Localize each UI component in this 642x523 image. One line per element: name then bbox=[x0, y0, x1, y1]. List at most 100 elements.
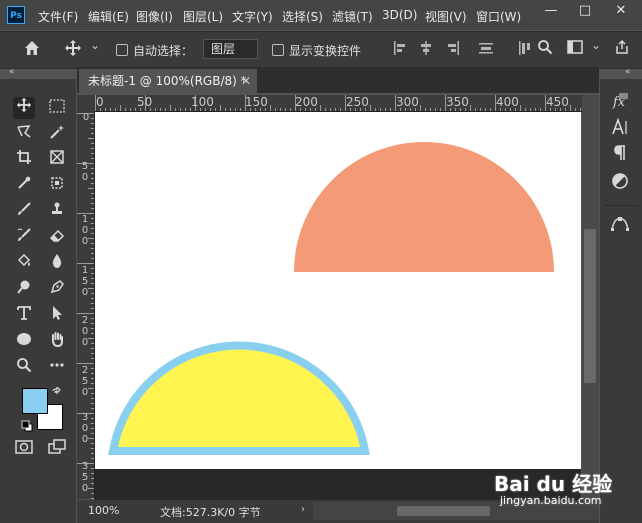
vertical-scroll-thumb[interactable] bbox=[584, 229, 596, 383]
auto-select-target-select[interactable]: 图层 bbox=[203, 39, 258, 59]
ellipse-tool-icon[interactable] bbox=[13, 331, 35, 353]
styles-fx-icon[interactable]: fx bbox=[608, 92, 632, 114]
menu-file[interactable]: 文件(F) bbox=[38, 8, 78, 25]
eyedropper-icon[interactable] bbox=[13, 175, 35, 197]
ruler-top-label: 300 bbox=[396, 95, 419, 109]
ruler-top-label: 0 bbox=[96, 95, 104, 109]
close-button[interactable]: ✕ bbox=[604, 0, 638, 22]
photoshop-logo[interactable]: Ps bbox=[7, 6, 25, 24]
document-canvas[interactable] bbox=[95, 112, 581, 469]
ruler-left-label: 1 5 0 bbox=[81, 265, 89, 298]
crop-tool-icon[interactable] bbox=[13, 149, 35, 171]
workspace-icon[interactable] bbox=[567, 40, 583, 58]
ruler-top-label: 350 bbox=[446, 95, 469, 109]
auto-select-checkbox[interactable] bbox=[116, 44, 128, 56]
share-icon[interactable] bbox=[614, 39, 630, 59]
menu-edit[interactable]: 编辑(E) bbox=[88, 8, 129, 25]
ruler-left-label: 1 0 0 bbox=[81, 214, 89, 247]
brush-tool-icon[interactable] bbox=[13, 201, 35, 223]
close-tab-icon[interactable]: ✕ bbox=[241, 69, 251, 93]
screen-mode-icon[interactable] bbox=[46, 439, 68, 461]
options-bar: ⌄ 自动选择： 图层 显示变换控件 ⌄ bbox=[0, 31, 642, 69]
watermark-url: jingyan.baidu.com bbox=[500, 494, 602, 507]
default-colors-icon[interactable] bbox=[21, 420, 33, 435]
clone-stamp-icon[interactable] bbox=[46, 201, 68, 223]
marquee-tool-icon[interactable] bbox=[46, 97, 68, 119]
right-panel-dock: fx bbox=[600, 79, 642, 523]
eraser-icon[interactable] bbox=[46, 227, 68, 249]
horizontal-scroll-thumb[interactable] bbox=[397, 506, 490, 516]
show-transform-label: 显示变换控件 bbox=[289, 44, 362, 58]
home-icon[interactable] bbox=[23, 39, 41, 61]
type-tool-icon[interactable] bbox=[13, 305, 35, 327]
adjustments-icon[interactable] bbox=[608, 172, 632, 194]
chevron-down-icon[interactable]: ⌄ bbox=[591, 38, 601, 52]
ruler-top-label: 50 bbox=[137, 95, 153, 109]
more-tools-icon[interactable] bbox=[46, 357, 68, 379]
zoom-tool-icon[interactable] bbox=[13, 357, 35, 379]
pen-tool-icon[interactable] bbox=[46, 279, 68, 301]
align-top-icon[interactable] bbox=[518, 40, 532, 60]
blur-tool-icon[interactable] bbox=[46, 253, 68, 275]
move-tool-icon[interactable] bbox=[64, 39, 82, 61]
maximize-button[interactable]: □ bbox=[568, 0, 602, 22]
menu-layer[interactable]: 图层(L) bbox=[183, 8, 223, 25]
right-panel-collapse[interactable]: « bbox=[625, 67, 631, 79]
menu-type[interactable]: 文字(Y) bbox=[232, 8, 273, 25]
left-panel-collapse[interactable]: « bbox=[9, 67, 15, 79]
document-tab-title: 未标题-1 @ 100%(RGB/8) * bbox=[88, 74, 247, 88]
paint-bucket-icon[interactable] bbox=[13, 253, 35, 275]
paths-panel-icon[interactable] bbox=[608, 215, 632, 237]
align-center-icon[interactable] bbox=[419, 40, 433, 60]
path-selection-icon[interactable] bbox=[46, 305, 68, 327]
show-transform-checkbox[interactable] bbox=[272, 44, 284, 56]
orange-half-circle[interactable] bbox=[294, 142, 554, 272]
canvas-artwork bbox=[108, 142, 554, 455]
menu-filter[interactable]: 滤镜(T) bbox=[332, 8, 373, 25]
ruler-left-label: 2 0 0 bbox=[81, 315, 89, 348]
foreground-color-fill bbox=[23, 389, 47, 413]
ruler-vertical[interactable]: 0 5 0 1 0 0 1 5 0 2 0 0 2 5 0 3 0 0 3 5 … bbox=[77, 111, 95, 499]
ruler-horizontal[interactable]: 0 50 100 150 200 250 300 350 400 450 bbox=[77, 95, 582, 112]
panel-divider bbox=[604, 205, 638, 206]
minimize-button[interactable]: — bbox=[534, 0, 568, 22]
menu-3d[interactable]: 3D(D) bbox=[382, 8, 417, 22]
ruler-top-label: 250 bbox=[346, 95, 369, 109]
ruler-top-label: 450 bbox=[546, 95, 569, 109]
swap-colors-icon[interactable] bbox=[51, 385, 63, 402]
align-right-icon[interactable] bbox=[446, 40, 460, 60]
dodge-tool-icon[interactable] bbox=[13, 279, 35, 301]
magic-wand-icon[interactable] bbox=[46, 124, 68, 146]
menu-image[interactable]: 图像(I) bbox=[136, 8, 173, 25]
ruler-left-label: 0 bbox=[82, 112, 90, 123]
zoom-level[interactable]: 100% bbox=[88, 504, 119, 517]
yellow-half-circle[interactable] bbox=[108, 341, 370, 455]
frame-tool-icon[interactable] bbox=[46, 149, 68, 171]
spot-healing-icon[interactable] bbox=[46, 175, 68, 197]
auto-select-label: 自动选择： bbox=[133, 44, 194, 58]
paragraph-panel-icon[interactable] bbox=[608, 144, 632, 166]
ruler-top-label: 400 bbox=[496, 95, 519, 109]
search-icon[interactable] bbox=[537, 39, 553, 59]
quick-mask-icon[interactable] bbox=[13, 439, 35, 461]
ruler-left-label: 2 5 0 bbox=[81, 365, 89, 398]
foreground-color-swatch[interactable] bbox=[22, 388, 48, 414]
history-brush-icon[interactable] bbox=[13, 227, 35, 249]
menu-bar: Ps 文件(F) 编辑(E) 图像(I) 图层(L) 文字(Y) 选择(S) 滤… bbox=[0, 0, 642, 30]
status-menu-arrow[interactable]: › bbox=[301, 504, 305, 515]
ruler-top-label: 100 bbox=[191, 95, 214, 109]
menu-view[interactable]: 视图(V) bbox=[425, 8, 467, 25]
document-info: 文档:527.3K/0 字节 bbox=[160, 506, 261, 519]
hand-tool-icon[interactable] bbox=[46, 331, 68, 353]
watermark-logo: Bai du 经验 bbox=[494, 472, 613, 496]
align-left-icon[interactable] bbox=[393, 40, 407, 60]
menu-select[interactable]: 选择(S) bbox=[282, 8, 323, 25]
character-panel-icon[interactable] bbox=[608, 117, 632, 140]
document-tab[interactable]: 未标题-1 @ 100%(RGB/8) * ✕ bbox=[79, 69, 257, 93]
ruler-left-label: 5 0 bbox=[81, 161, 89, 183]
lasso-tool-icon[interactable] bbox=[13, 124, 35, 146]
menu-window[interactable]: 窗口(W) bbox=[476, 8, 521, 25]
distribute-icon[interactable] bbox=[478, 40, 494, 60]
chevron-down-icon[interactable]: ⌄ bbox=[90, 38, 100, 52]
move-tool-icon[interactable] bbox=[13, 97, 35, 119]
